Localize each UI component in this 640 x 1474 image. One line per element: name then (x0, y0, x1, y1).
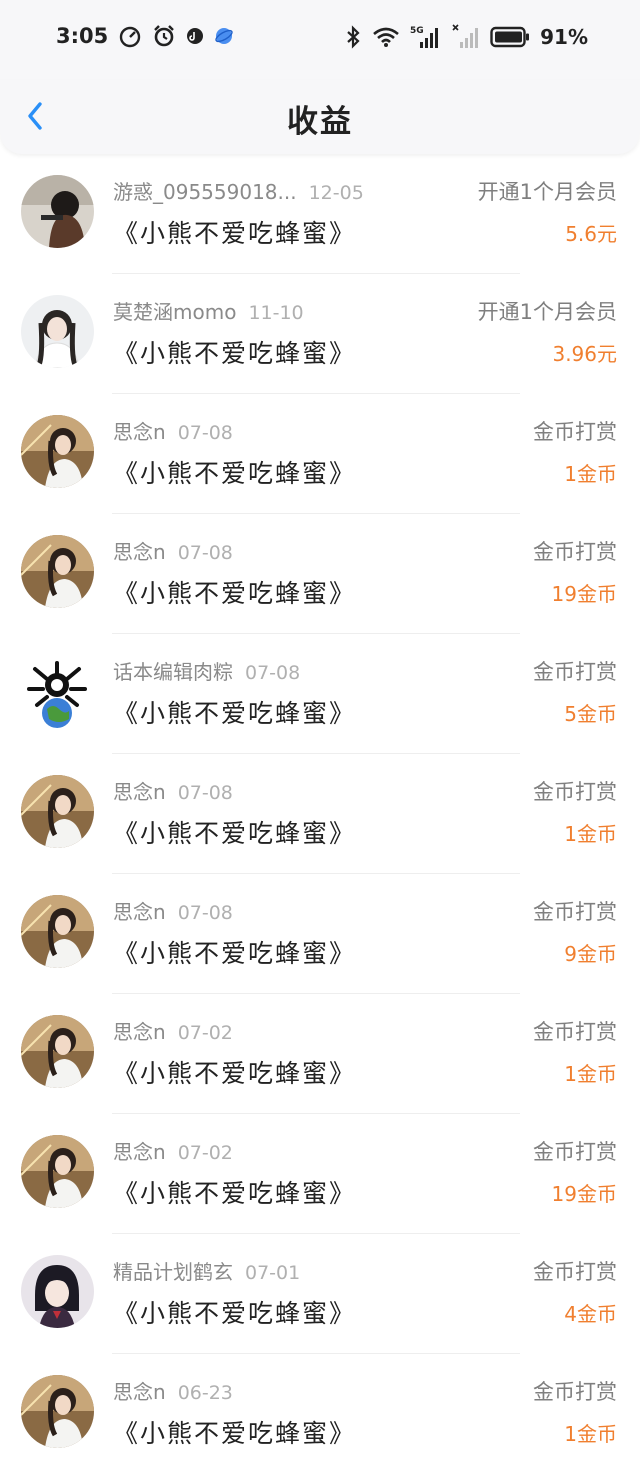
list-item[interactable]: 思念n 07-08 《小熊不爱吃蜂蜜》 金币打赏 1金币 (0, 394, 640, 514)
item-date: 06-23 (177, 1382, 233, 1404)
user-name: 莫楚涵momo (113, 300, 237, 324)
earning-amount: 1金币 (564, 462, 617, 486)
book-title: 《小熊不爱吃蜂蜜》 (113, 1179, 357, 1208)
alarm-icon (154, 25, 175, 47)
list-item[interactable]: 游惑_095559018... 12-05 《小熊不爱吃蜂蜜》 开通1个月会员 5… (0, 154, 640, 274)
item-date: 07-02 (177, 1022, 233, 1044)
book-title: 《小熊不爱吃蜂蜜》 (113, 939, 357, 968)
avatar[interactable] (21, 295, 94, 368)
list-item[interactable]: 精品计划鹤玄 07-01 《小熊不爱吃蜂蜜》 金币打赏 4金币 (0, 1234, 640, 1354)
user-name: 话本编辑肉粽 (113, 660, 233, 684)
user-name: 游惑_095559018... (113, 180, 297, 204)
svg-text:5G: 5G (410, 26, 424, 36)
list-item[interactable]: 莫楚涵momo 11-10 《小熊不爱吃蜂蜜》 开通1个月会员 3.96元 (0, 274, 640, 394)
status-time: 3:05 (56, 24, 109, 48)
list-item[interactable]: 思念n 07-08 《小熊不爱吃蜂蜜》 金币打赏 19金币 (0, 514, 640, 634)
bluetooth-icon (347, 25, 360, 49)
item-date: 07-08 (245, 662, 301, 684)
list-item[interactable]: 思念n 07-02 《小熊不爱吃蜂蜜》 金币打赏 1金币 (0, 994, 640, 1114)
avatar[interactable] (21, 175, 94, 248)
book-title: 《小熊不爱吃蜂蜜》 (113, 579, 357, 608)
avatar[interactable] (21, 1135, 94, 1208)
earning-type: 金币打赏 (533, 660, 617, 684)
book-title: 《小熊不爱吃蜂蜜》 (113, 699, 357, 728)
user-name: 思念n (113, 900, 166, 924)
list-item[interactable]: 思念n 07-08 《小熊不爱吃蜂蜜》 金币打赏 1金币 (0, 754, 640, 874)
earning-amount: 4金币 (564, 1302, 617, 1326)
book-title: 《小熊不爱吃蜂蜜》 (113, 219, 357, 248)
list-item[interactable]: 思念n 07-08 《小熊不爱吃蜂蜜》 金币打赏 9金币 (0, 874, 640, 994)
list-item[interactable]: 话本编辑肉粽 07-08 《小熊不爱吃蜂蜜》 金币打赏 5金币 (0, 634, 640, 754)
earning-amount: 1金币 (564, 1062, 617, 1086)
book-title: 《小熊不爱吃蜂蜜》 (113, 1419, 357, 1448)
earning-type: 金币打赏 (533, 1380, 617, 1404)
speed-icon (120, 26, 141, 48)
user-name: 思念n (113, 1020, 166, 1044)
book-title: 《小熊不爱吃蜂蜜》 (113, 1059, 357, 1088)
status-bar: 3:05 5G 91% (0, 0, 640, 80)
item-date: 07-08 (177, 902, 233, 924)
avatar[interactable] (21, 655, 94, 728)
browser-icon (215, 28, 233, 44)
earning-type: 金币打赏 (533, 420, 617, 444)
earning-type: 金币打赏 (533, 540, 617, 564)
item-date: 07-02 (177, 1142, 233, 1164)
earning-amount: 19金币 (551, 582, 617, 606)
battery-percent: 91% (540, 25, 588, 49)
user-name: 思念n (113, 1380, 166, 1404)
list-item[interactable]: 思念n 07-02 《小熊不爱吃蜂蜜》 金币打赏 19金币 (0, 1114, 640, 1234)
avatar[interactable] (21, 1375, 94, 1448)
avatar[interactable] (21, 775, 94, 848)
user-name: 思念n (113, 1140, 166, 1164)
user-name: 思念n (113, 420, 166, 444)
book-title: 《小熊不爱吃蜂蜜》 (113, 339, 357, 368)
earning-type: 开通1个月会员 (477, 180, 617, 204)
avatar[interactable] (21, 895, 94, 968)
earning-type: 金币打赏 (533, 900, 617, 924)
book-title: 《小熊不爱吃蜂蜜》 (113, 459, 357, 488)
earning-type: 开通1个月会员 (477, 300, 617, 324)
wifi-icon (373, 27, 399, 47)
book-title: 《小熊不爱吃蜂蜜》 (113, 1299, 357, 1328)
avatar[interactable] (21, 415, 94, 488)
earning-amount: 5金币 (564, 702, 617, 726)
earning-amount: 3.96元 (552, 342, 617, 366)
user-name: 思念n (113, 540, 166, 564)
earning-type: 金币打赏 (533, 1140, 617, 1164)
item-date: 07-08 (177, 422, 233, 444)
earnings-list: 游惑_095559018... 12-05 《小熊不爱吃蜂蜜》 开通1个月会员 5… (0, 154, 640, 1474)
signal-5g-icon: 5G (410, 26, 439, 48)
earning-type: 金币打赏 (533, 1020, 617, 1044)
item-date: 12-05 (308, 182, 364, 204)
earning-amount: 5.6元 (565, 222, 617, 246)
book-title: 《小熊不爱吃蜂蜜》 (113, 819, 357, 848)
item-date: 07-08 (177, 542, 233, 564)
earning-amount: 1金币 (564, 822, 617, 846)
user-name: 思念n (113, 780, 166, 804)
item-date: 07-01 (245, 1262, 301, 1284)
earning-amount: 19金币 (551, 1182, 617, 1206)
earning-amount: 9金币 (564, 942, 617, 966)
avatar[interactable] (21, 1255, 94, 1328)
app-header: 收益 (0, 80, 640, 154)
earning-amount: 1金币 (564, 1422, 617, 1446)
item-date: 11-10 (248, 302, 304, 324)
earning-type: 金币打赏 (533, 1260, 617, 1284)
avatar[interactable] (21, 535, 94, 608)
tiktok-icon (187, 28, 204, 44)
user-name: 精品计划鹤玄 (113, 1260, 233, 1284)
page-title: 收益 (287, 104, 353, 140)
signal-empty-icon (452, 24, 479, 48)
item-date: 07-08 (177, 782, 233, 804)
battery-icon (490, 26, 530, 48)
list-item[interactable]: 思念n 06-23 《小熊不爱吃蜂蜜》 金币打赏 1金币 (0, 1354, 640, 1474)
avatar[interactable] (21, 1015, 94, 1088)
earning-type: 金币打赏 (533, 780, 617, 804)
